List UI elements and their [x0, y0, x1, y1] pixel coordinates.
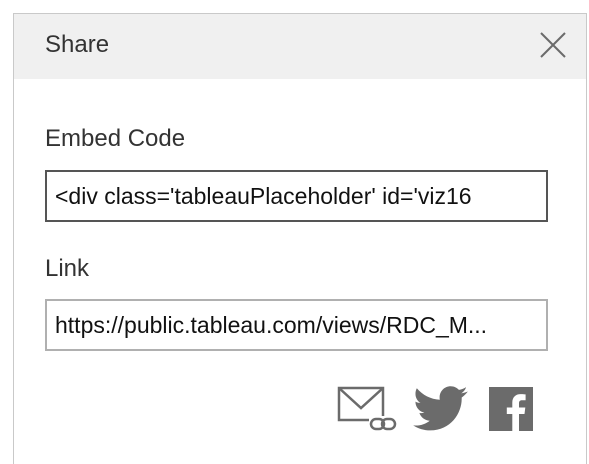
- dialog-header: Share: [14, 14, 586, 79]
- facebook-icon[interactable]: [489, 387, 533, 431]
- link-label: Link: [45, 255, 90, 282]
- share-dialog: Share Embed Code Link: [13, 13, 587, 464]
- close-icon[interactable]: [538, 30, 568, 60]
- link-field[interactable]: [45, 299, 548, 351]
- twitter-icon[interactable]: [413, 386, 469, 432]
- email-link-icon[interactable]: [337, 386, 399, 432]
- embed-code-field[interactable]: [45, 170, 548, 222]
- dialog-title: Share: [45, 31, 110, 58]
- embed-code-label: Embed Code: [45, 125, 186, 152]
